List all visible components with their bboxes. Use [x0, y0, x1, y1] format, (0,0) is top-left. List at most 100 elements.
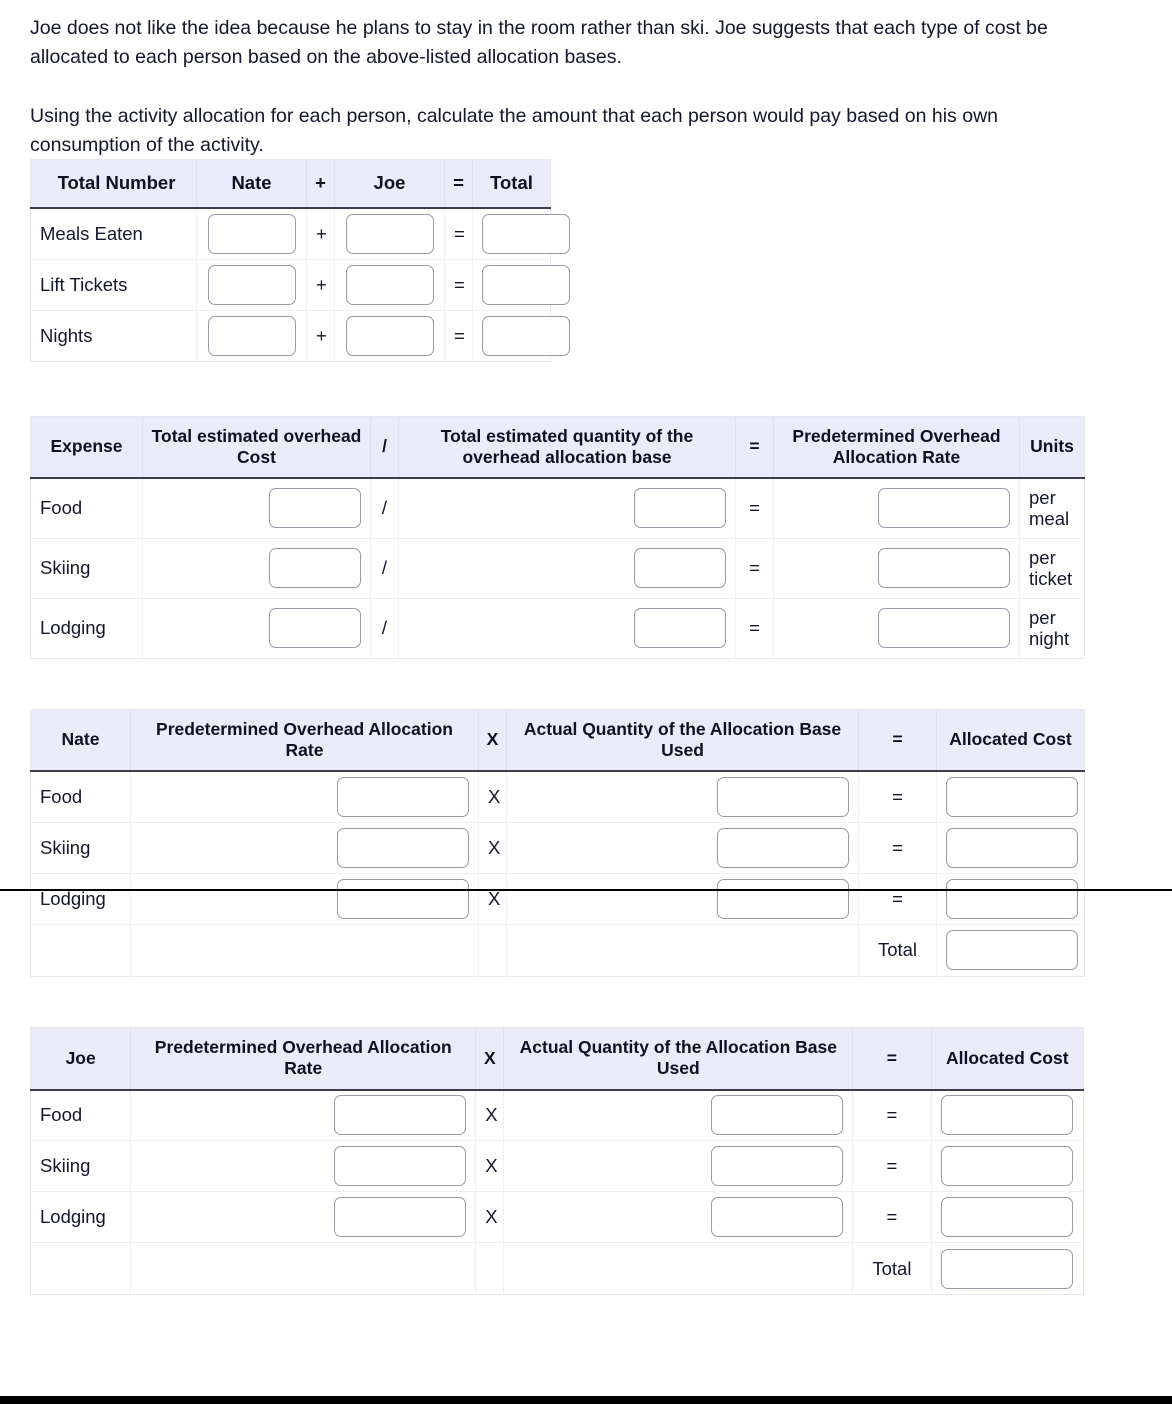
input-nate-food-allocated-cost[interactable] — [946, 777, 1078, 818]
input-nate-lodging-quantity[interactable] — [717, 878, 849, 919]
input-joe-food-quantity[interactable] — [711, 1095, 844, 1136]
table-row: Skiing X = — [30, 822, 1085, 874]
operator-plus: + — [306, 310, 335, 361]
nate-total-label: Total — [858, 924, 937, 977]
cell-nate-food-rate — [130, 771, 479, 823]
input-nate-total-allocated-cost[interactable] — [946, 930, 1078, 971]
input-nate-lodging-allocated-cost[interactable] — [946, 878, 1078, 919]
th-divide-operator: / — [370, 416, 399, 480]
nate-allocation-table: Nate Predetermined Overhead Allocation R… — [30, 708, 1085, 977]
cell-empty — [130, 1242, 477, 1295]
input-total-tickets[interactable] — [482, 264, 570, 305]
input-lodging-total-cost[interactable] — [269, 608, 361, 649]
page-divider-rule — [0, 889, 1172, 891]
input-joe-lodging-allocated-cost[interactable] — [941, 1197, 1074, 1238]
row-label-nights: Nights — [30, 310, 197, 361]
joe-table-wrapper: Joe Predetermined Overhead Allocation Ra… — [0, 977, 1172, 1296]
row-label-food: Food — [30, 771, 131, 823]
cell-joe-lodging-allocated — [931, 1191, 1084, 1244]
cell-empty — [475, 1242, 505, 1295]
input-joe-lodging-quantity[interactable] — [711, 1197, 844, 1238]
intro-paragraph-2: Using the activity allocation for each p… — [30, 104, 999, 156]
cell-joe-skiing-rate — [130, 1140, 477, 1193]
input-joe-total-allocated-cost[interactable] — [941, 1248, 1074, 1289]
th-equals-operator: = — [858, 709, 937, 773]
table-row: Lift Tickets + = — [30, 259, 570, 311]
operator-equals: = — [444, 259, 473, 311]
input-nate-skiing-allocated-cost[interactable] — [946, 827, 1078, 868]
cell-lodging-cost — [142, 598, 371, 659]
table-row: Meals Eaten + = — [30, 208, 570, 260]
input-nate-skiing-quantity[interactable] — [717, 827, 849, 868]
cell-nate-food-allocated — [936, 771, 1085, 823]
table-total-row: Total — [30, 924, 1085, 977]
th-nate: Nate — [30, 709, 131, 773]
th-allocated-cost: Allocated Cost — [931, 1027, 1084, 1091]
cell-nate-skiing-allocated — [936, 822, 1085, 874]
input-joe-meals[interactable] — [345, 213, 434, 254]
input-nate-food-rate[interactable] — [337, 777, 469, 818]
input-nate-food-quantity[interactable] — [717, 777, 849, 818]
predetermined-rate-table: Expense Total estimated overhead Cost / … — [30, 415, 1085, 659]
input-joe-lodging-rate[interactable] — [334, 1197, 467, 1238]
table-row: Skiing / = per ticket — [30, 538, 1085, 599]
input-lodging-rate[interactable] — [878, 608, 1010, 649]
th-equals-operator: = — [735, 416, 774, 480]
operator-equals: = — [852, 1089, 932, 1142]
input-joe-skiing-rate[interactable] — [334, 1146, 467, 1187]
cell-joe-food-quantity — [503, 1089, 854, 1142]
cell-empty — [506, 924, 859, 977]
units-lodging: per night — [1029, 606, 1070, 650]
cell-lodging-rate — [773, 598, 1020, 659]
input-nate-nights[interactable] — [207, 315, 296, 356]
input-food-total-quantity[interactable] — [634, 488, 726, 529]
th-plus-operator: + — [306, 159, 335, 210]
th-actual-quantity: Actual Quantity of the Allocation Base U… — [503, 1027, 854, 1091]
th-equals-operator: = — [444, 159, 473, 210]
th-total-estimated-quantity: Total estimated quantity of the overhead… — [398, 416, 736, 480]
operator-equals: = — [444, 208, 473, 260]
input-joe-skiing-quantity[interactable] — [711, 1146, 844, 1187]
cell-food-cost — [142, 478, 371, 539]
operator-multiply: X — [475, 1089, 505, 1142]
input-joe-tickets[interactable] — [345, 264, 434, 305]
cell-joe-meals — [334, 208, 445, 260]
th-predetermined-rate: Predetermined Overhead Allocation Rate — [773, 416, 1020, 480]
cell-nate-total — [937, 924, 1085, 976]
input-skiing-total-cost[interactable] — [269, 548, 361, 589]
input-joe-nights[interactable] — [345, 315, 434, 356]
input-skiing-rate[interactable] — [878, 548, 1010, 589]
input-nate-tickets[interactable] — [207, 264, 296, 305]
input-skiing-total-quantity[interactable] — [634, 548, 726, 589]
cell-total-tickets — [472, 259, 570, 311]
operator-divide: / — [370, 598, 399, 659]
input-food-total-cost[interactable] — [269, 488, 361, 529]
table-row: Skiing X = — [30, 1140, 1084, 1193]
cell-joe-nights — [334, 310, 445, 361]
table-header-row: Joe Predetermined Overhead Allocation Ra… — [30, 1027, 1084, 1091]
input-nate-skiing-rate[interactable] — [337, 827, 469, 868]
th-expense: Expense — [30, 416, 143, 480]
cell-nate-meals — [196, 208, 307, 260]
cell-skiing-rate — [773, 538, 1020, 599]
input-joe-food-rate[interactable] — [334, 1095, 467, 1136]
input-food-rate[interactable] — [878, 488, 1010, 529]
cell-empty — [478, 924, 507, 977]
th-multiply-operator: X — [478, 709, 507, 773]
cell-nate-skiing-rate — [130, 822, 479, 874]
input-total-meals[interactable] — [482, 213, 570, 254]
input-nate-meals[interactable] — [207, 213, 296, 254]
input-lodging-total-quantity[interactable] — [634, 608, 726, 649]
input-total-nights[interactable] — [482, 315, 570, 356]
operator-multiply: X — [478, 873, 507, 925]
th-allocated-cost: Allocated Cost — [936, 709, 1085, 773]
cell-nate-lodging-allocated — [936, 873, 1085, 925]
intro-text-block: Joe does not like the idea because he pl… — [0, 0, 1172, 159]
joe-total-label: Total — [852, 1242, 932, 1295]
input-nate-lodging-rate[interactable] — [337, 878, 469, 919]
th-equals-operator: = — [852, 1027, 932, 1091]
input-joe-skiing-allocated-cost[interactable] — [941, 1146, 1074, 1187]
input-joe-food-allocated-cost[interactable] — [941, 1095, 1074, 1136]
row-label-skiing: Skiing — [30, 1140, 132, 1193]
th-predetermined-rate: Predetermined Overhead Allocation Rate — [130, 709, 479, 773]
